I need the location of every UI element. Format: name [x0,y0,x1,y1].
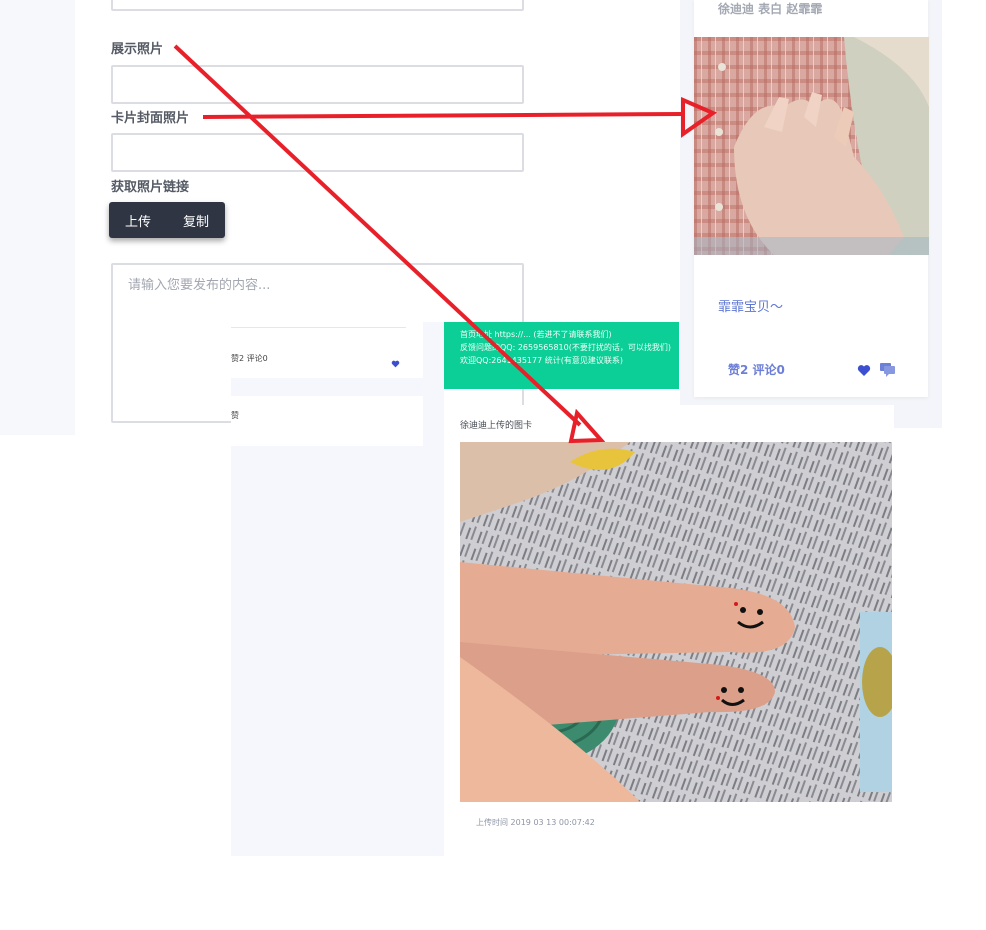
arrow-to-cover-photo [202,96,718,138]
arrow-to-display-photo [173,44,606,444]
annotation-arrows [173,44,718,444]
